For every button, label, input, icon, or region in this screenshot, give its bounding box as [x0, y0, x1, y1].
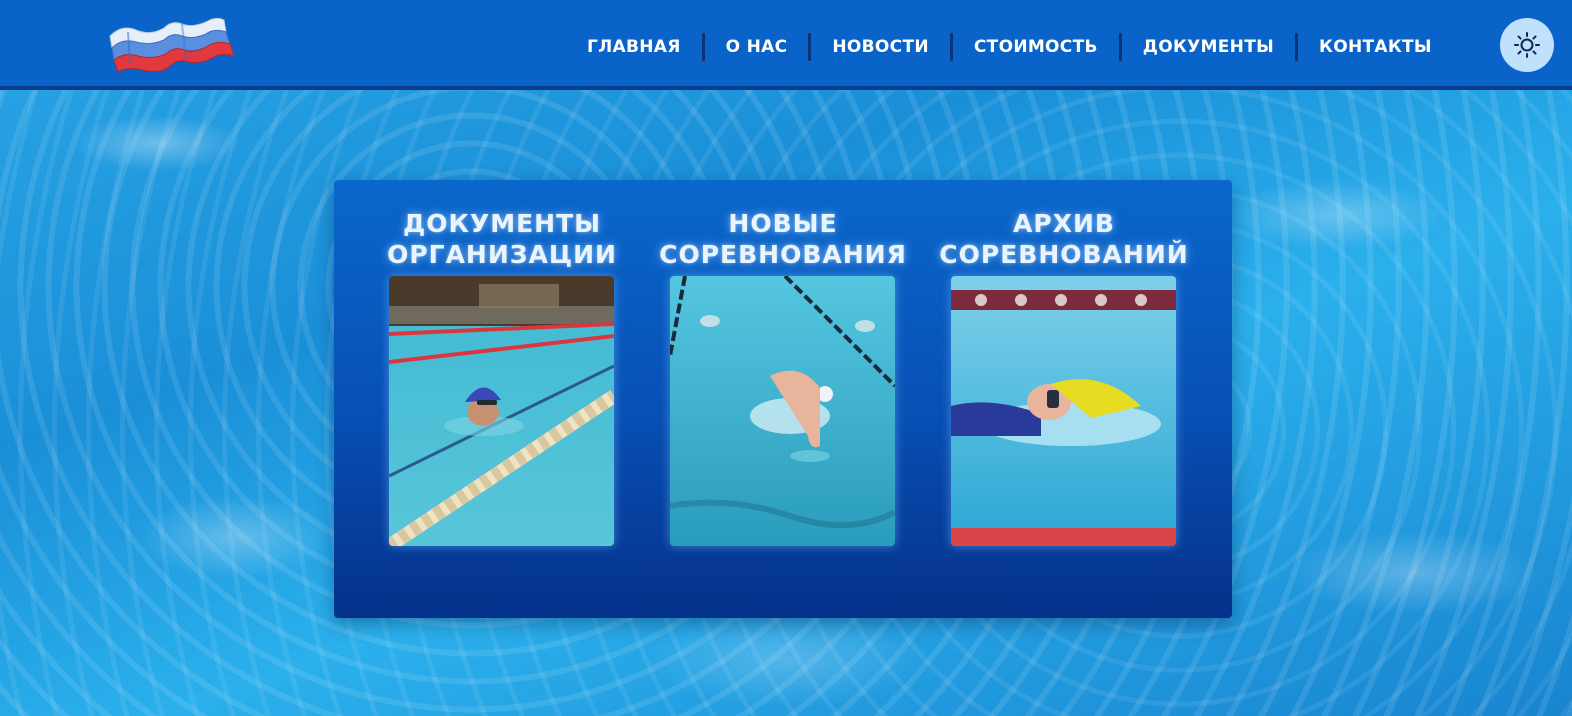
theme-toggle-button[interactable] — [1500, 18, 1554, 72]
card-title: НОВЫЕ СОРЕВНОВАНИЯ — [659, 209, 907, 269]
nav-contacts[interactable]: КОНТАКТЫ — [1298, 32, 1453, 62]
main-nav: ГЛАВНАЯ О НАС НОВОСТИ СТОИМОСТЬ ДОКУМЕНТ… — [566, 32, 1453, 62]
nav-documents[interactable]: ДОКУМЕНТЫ — [1122, 32, 1295, 62]
flag-logo-icon[interactable] — [108, 14, 238, 76]
swimmer-freestyle-lanes-photo[interactable] — [670, 276, 895, 546]
sun-icon — [1514, 32, 1540, 58]
card-competitions-archive[interactable]: АРХИВ СОРЕВНОВАНИЙ — [914, 208, 1214, 270]
card-title: АРХИВ СОРЕВНОВАНИЙ — [939, 209, 1189, 269]
nav-news[interactable]: НОВОСТИ — [811, 32, 950, 62]
sections-panel: ДОКУМЕНТЫ ОРГАНИЗАЦИИ НОВЫЕ СОРЕВНОВАНИЯ… — [334, 180, 1232, 618]
card-new-competitions[interactable]: НОВЫЕ СОРЕВНОВАНИЯ — [633, 208, 933, 270]
card-title: ДОКУМЕНТЫ ОРГАНИЗАЦИИ — [387, 209, 617, 269]
card-organization-documents[interactable]: ДОКУМЕНТЫ ОРГАНИЗАЦИИ — [352, 208, 652, 270]
swimmer-yellow-cap-photo[interactable] — [951, 276, 1176, 546]
site-header: ГЛАВНАЯ О НАС НОВОСТИ СТОИМОСТЬ ДОКУМЕНТ… — [0, 0, 1572, 90]
nav-pricing[interactable]: СТОИМОСТЬ — [953, 32, 1119, 62]
nav-home[interactable]: ГЛАВНАЯ — [566, 32, 702, 62]
nav-about[interactable]: О НАС — [705, 32, 809, 62]
swimmer-purple-cap-photo[interactable] — [389, 276, 614, 546]
